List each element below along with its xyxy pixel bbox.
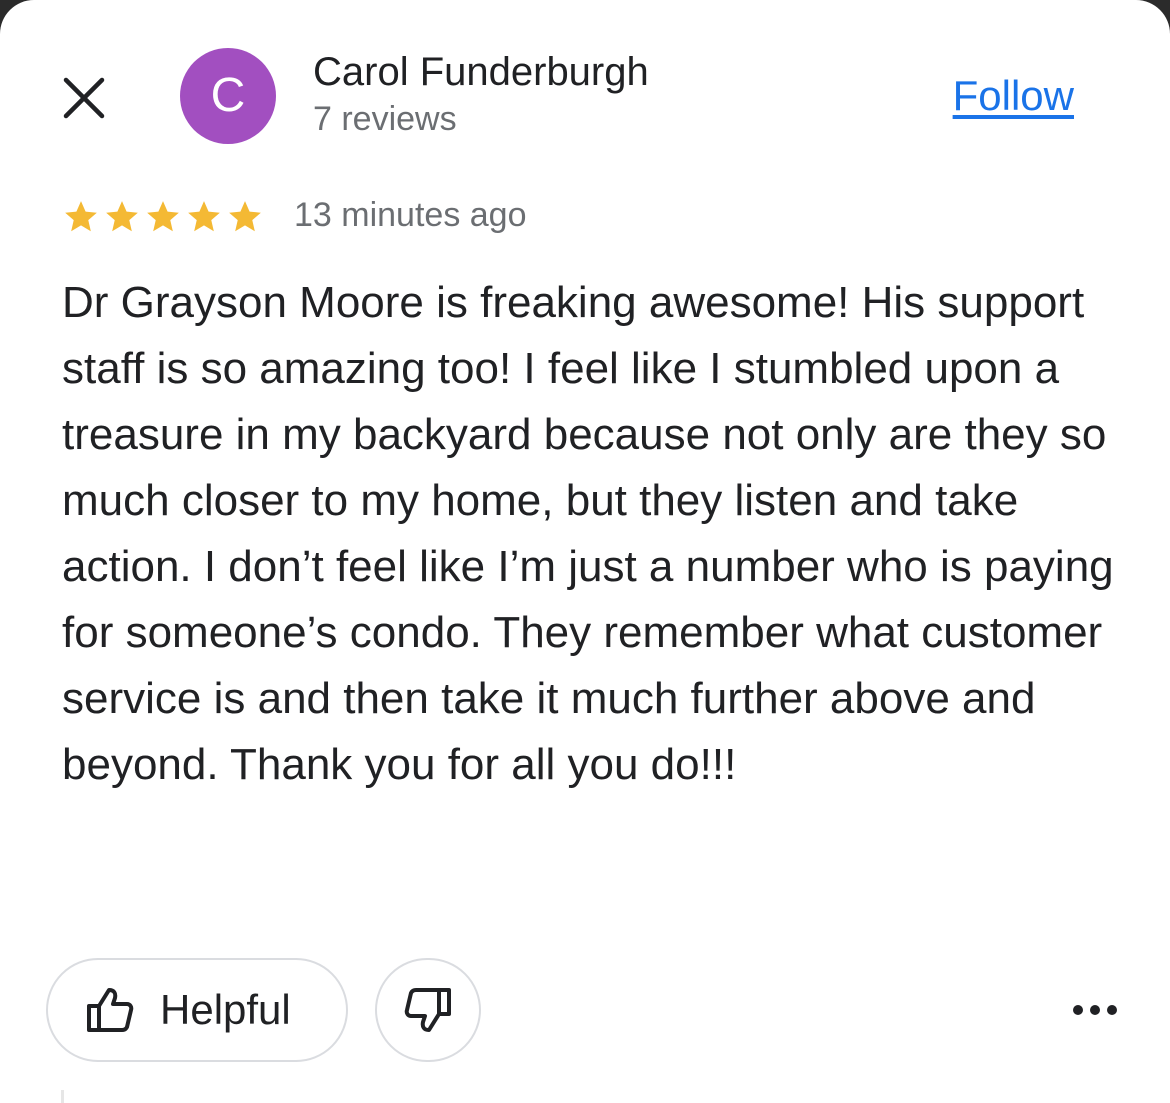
- review-count: 7 reviews: [313, 100, 457, 138]
- star-icon: [188, 201, 220, 232]
- helpful-label: Helpful: [160, 986, 291, 1033]
- author-name[interactable]: Carol Funderburgh: [313, 50, 649, 95]
- review-sheet: C Carol Funderburgh 7 reviews Follow 13 …: [0, 0, 1170, 1103]
- star-icon: [147, 201, 179, 232]
- star-icon: [65, 201, 97, 232]
- avatar[interactable]: C: [180, 48, 276, 144]
- divider: [61, 1090, 64, 1103]
- helpful-button[interactable]: Helpful: [46, 958, 348, 1062]
- star-rating: [62, 198, 264, 238]
- more-horizontal-icon: [1073, 1005, 1117, 1015]
- star-icon: [106, 201, 138, 232]
- star-icon: [229, 201, 261, 232]
- not-helpful-button[interactable]: [375, 958, 481, 1062]
- follow-button[interactable]: Follow: [953, 72, 1074, 120]
- review-text: Dr Grayson Moore is freaking awesome! Hi…: [62, 278, 1114, 789]
- more-options-button[interactable]: [1066, 990, 1126, 1030]
- thumbs-down-icon: [404, 988, 451, 1032]
- review-timestamp: 13 minutes ago: [294, 196, 527, 234]
- close-button[interactable]: [58, 72, 110, 124]
- thumbs-up-icon: [87, 988, 134, 1032]
- close-icon: [63, 77, 105, 119]
